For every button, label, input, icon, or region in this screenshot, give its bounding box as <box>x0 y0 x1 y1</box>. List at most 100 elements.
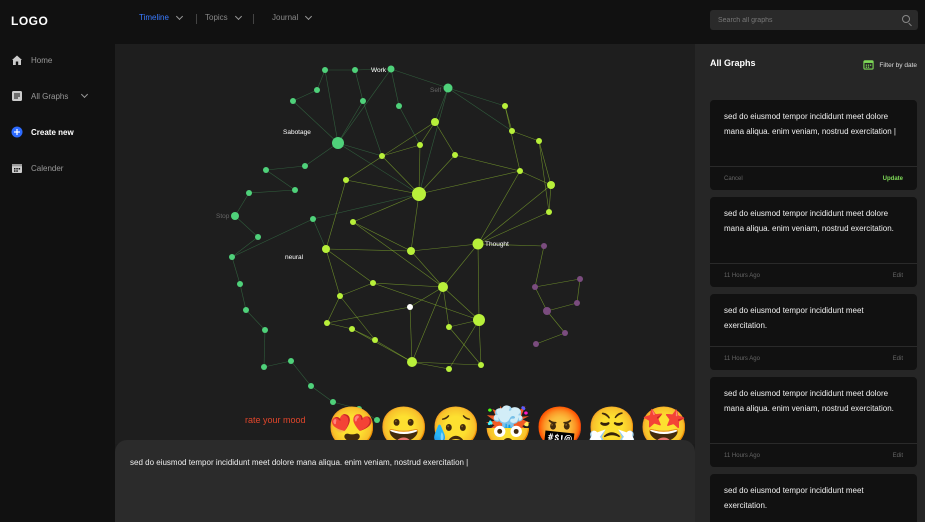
graph-node[interactable] <box>577 276 583 282</box>
graph-node[interactable] <box>337 293 343 299</box>
graph-edge <box>239 283 247 311</box>
graph-edge <box>548 184 552 213</box>
sidebar-item-create-new[interactable]: Create new <box>11 126 74 138</box>
graph-node[interactable] <box>446 366 452 372</box>
graph-node[interactable] <box>396 103 402 109</box>
search-icon[interactable] <box>902 15 910 23</box>
cancel-button[interactable]: Cancel <box>724 176 743 182</box>
sidebar-item-all-graphs[interactable]: All Graphs <box>11 90 89 102</box>
graph-node[interactable] <box>472 238 484 250</box>
graph-node[interactable] <box>231 212 239 220</box>
graph-node[interactable] <box>446 324 452 330</box>
graph-node[interactable] <box>533 341 539 347</box>
graph-node[interactable] <box>517 168 523 174</box>
graph-node[interactable] <box>349 326 355 332</box>
graph-node[interactable] <box>322 245 330 253</box>
graph-node[interactable] <box>246 190 252 196</box>
graph-node[interactable] <box>322 67 328 73</box>
graph-node[interactable] <box>562 330 568 336</box>
graph-node[interactable] <box>473 314 485 326</box>
graph-node[interactable] <box>407 357 417 367</box>
graph-node[interactable] <box>543 307 551 315</box>
graph-node[interactable] <box>288 358 294 364</box>
graph-node[interactable] <box>379 153 385 159</box>
graph-node[interactable] <box>352 67 358 73</box>
edit-button[interactable]: Edit <box>893 453 903 459</box>
graph-canvas[interactable]: Work Self Sabotage Stop neural Thought <box>115 44 695 444</box>
sidebar-item-calendar[interactable]: Calender <box>11 162 63 174</box>
graph-node[interactable] <box>308 383 314 389</box>
card-text: sed do eiusmod tempor incididunt meet do… <box>724 389 894 413</box>
graph-node[interactable] <box>407 247 415 255</box>
graph-node[interactable] <box>547 181 555 189</box>
calendar-icon <box>863 59 875 72</box>
tab-topics[interactable]: Topics <box>205 12 242 22</box>
graph-node[interactable] <box>350 219 356 225</box>
graph-edge <box>477 170 521 245</box>
graph-node[interactable] <box>237 281 243 287</box>
graph-node[interactable] <box>370 280 376 286</box>
graph-card[interactable]: sed do eiusmod tempor incididunt meet ex… <box>710 294 917 370</box>
graph-node[interactable] <box>574 300 580 306</box>
tab-timeline[interactable]: Timeline <box>139 12 183 22</box>
graph-node[interactable] <box>438 282 448 292</box>
graph-node[interactable] <box>412 187 426 201</box>
filter-by-date-button[interactable]: Filter by date <box>863 59 917 72</box>
graph-node[interactable] <box>324 320 330 326</box>
graph-node[interactable] <box>417 142 423 148</box>
tab-journal[interactable]: Journal <box>272 12 313 22</box>
card-text[interactable]: sed do eiusmod tempor incididunt meet do… <box>710 100 917 139</box>
chevron-down-icon[interactable] <box>81 90 89 99</box>
graph-card[interactable]: sed do eiusmod tempor incididunt meet do… <box>710 377 917 467</box>
graph-node[interactable] <box>262 327 268 333</box>
graph-node[interactable] <box>407 304 413 310</box>
graph-node[interactable] <box>229 254 235 260</box>
graph-node[interactable] <box>261 364 267 370</box>
update-button[interactable]: Update <box>883 176 903 182</box>
graph-node[interactable] <box>546 209 552 215</box>
graph-node[interactable] <box>431 118 439 126</box>
journal-input[interactable]: sed do eiusmod tempor incididunt meet do… <box>115 440 695 522</box>
graph-node[interactable] <box>502 103 508 109</box>
graph-node[interactable] <box>509 128 515 134</box>
graph-edge <box>442 243 479 288</box>
search-input[interactable] <box>718 13 898 27</box>
graph-card[interactable]: sed do eiusmod tempor incididunt meet do… <box>710 100 917 190</box>
graph-card[interactable]: sed do eiusmod tempor incididunt meet ex… <box>710 474 917 522</box>
node-label-sabotage: Sabotage <box>283 129 311 136</box>
graph-node[interactable] <box>302 163 308 169</box>
graph-edge <box>410 193 420 252</box>
graph-node[interactable] <box>243 307 249 313</box>
graph-edge <box>234 215 259 238</box>
graph-node[interactable] <box>541 243 547 249</box>
graph-node[interactable] <box>443 83 453 93</box>
graph-edge <box>442 286 450 328</box>
graph-node[interactable] <box>290 98 296 104</box>
graph-node[interactable] <box>255 234 261 240</box>
card-timestamp: 11 Hours Ago <box>724 272 760 279</box>
graph-node[interactable] <box>478 362 484 368</box>
graph-node[interactable] <box>263 167 269 173</box>
graph-card[interactable]: sed do eiusmod tempor incididunt meet do… <box>710 197 917 287</box>
graph-node[interactable] <box>332 137 344 149</box>
graph-node[interactable] <box>536 138 542 144</box>
sidebar-item-home[interactable]: Home <box>11 54 52 66</box>
graph-edge <box>351 328 413 363</box>
graph-node[interactable] <box>452 152 458 158</box>
graph-node[interactable] <box>314 87 320 93</box>
graph-edge <box>454 154 521 172</box>
graph-node[interactable] <box>292 187 298 193</box>
edit-button[interactable]: Edit <box>893 356 903 362</box>
graph-node[interactable] <box>387 65 395 73</box>
edit-button[interactable]: Edit <box>893 273 903 279</box>
graph-node[interactable] <box>372 337 378 343</box>
panel-title: All Graphs <box>710 58 756 68</box>
graph-node[interactable] <box>532 284 538 290</box>
graph-node[interactable] <box>360 98 366 104</box>
graph-node[interactable] <box>343 177 349 183</box>
graph-node[interactable] <box>310 216 316 222</box>
journal-input-text[interactable]: sed do eiusmod tempor incididunt meet do… <box>130 458 468 467</box>
chevron-down-icon <box>234 12 242 20</box>
card-footer: Cancel Update <box>710 166 917 190</box>
network-graph[interactable]: Work Self Sabotage Stop neural Thought <box>115 44 695 444</box>
